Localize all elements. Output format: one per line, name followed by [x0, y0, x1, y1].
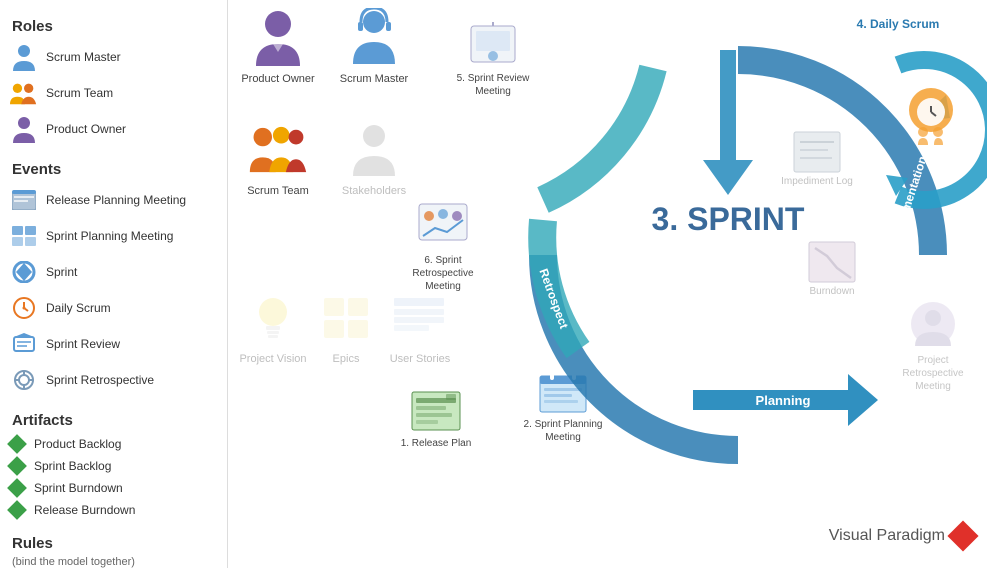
- stakeholders-figure: [344, 120, 404, 180]
- sprint-planning-icon: [10, 222, 38, 250]
- retro-meeting-figure: [415, 200, 471, 252]
- group-icon: [10, 79, 38, 107]
- sidebar: Roles Scrum Master Scrum Team: [0, 0, 228, 568]
- vp-logo-diamond-container: [949, 522, 977, 550]
- scrum-team-main-label: Scrum Team: [247, 184, 309, 198]
- diamond3-icon: [7, 478, 27, 498]
- product-owner-icon-item: Product Owner: [238, 8, 318, 86]
- events-title: Events: [0, 153, 227, 182]
- stakeholders-label: Stakeholders: [342, 184, 406, 198]
- scrum-team-label: Scrum Team: [46, 86, 113, 100]
- person-icon: [10, 43, 38, 71]
- product-owner-main-label: Product Owner: [241, 72, 314, 86]
- user-stories-label: User Stories: [390, 352, 451, 366]
- release-plan-item: 1. Release Plan: [398, 390, 474, 449]
- epics-label: Epics: [333, 352, 360, 366]
- top-roles-row: Product Owner Scrum Master: [238, 8, 414, 86]
- sidebar-item-scrum-team[interactable]: Scrum Team: [0, 75, 227, 111]
- scrum-team-figure: [248, 120, 308, 180]
- diamond-icon: [7, 434, 27, 454]
- vp-diamond-icon: [947, 520, 978, 551]
- main-content: Product Owner Scrum Master: [228, 0, 987, 568]
- release-planning-icon: [10, 186, 38, 214]
- user-stories-figure: [390, 288, 450, 348]
- retro-meeting-item: 6. Sprint Retrospective Meeting: [398, 200, 488, 293]
- mid-roles-row: Scrum Team Stakeholders: [238, 120, 414, 198]
- daily-scrum-label: Daily Scrum: [46, 301, 111, 315]
- release-plan-figure: [410, 390, 462, 436]
- product-owner-label: Product Owner: [46, 122, 126, 136]
- artifacts-title: Artifacts: [0, 404, 227, 433]
- sprint-review-label: Sprint Review: [46, 337, 120, 351]
- sprint-backlog-label: Sprint Backlog: [34, 459, 111, 473]
- sprint-burndown-label: Sprint Burndown: [34, 481, 123, 495]
- vp-logo: Visual Paradigm: [829, 522, 977, 550]
- sidebar-item-scrum-master[interactable]: Scrum Master: [0, 39, 227, 75]
- sidebar-item-release-planning[interactable]: Release Planning Meeting: [0, 182, 227, 218]
- roles-title: Roles: [0, 10, 227, 39]
- sidebar-item-sprint-burndown[interactable]: Sprint Burndown: [0, 477, 227, 499]
- project-vision-figure: [243, 288, 303, 348]
- scrum-master-icon-item: Scrum Master: [334, 8, 414, 86]
- svg-text:3. SPRINT: 3. SPRINT: [652, 201, 805, 237]
- sprint-review-icon: [10, 330, 38, 358]
- sidebar-item-sprint-review[interactable]: Sprint Review: [0, 326, 227, 362]
- scrum-master-label: Scrum Master: [46, 50, 121, 64]
- product-owner-figure: [248, 8, 308, 68]
- epics-item: Epics: [316, 288, 376, 366]
- sprint-label: Sprint: [46, 265, 77, 279]
- svg-text:Planning: Planning: [756, 393, 811, 408]
- sidebar-item-product-backlog[interactable]: Product Backlog: [0, 433, 227, 455]
- artifact-icons-row: Project Vision Epics: [238, 288, 456, 366]
- sidebar-item-sprint-planning[interactable]: Sprint Planning Meeting: [0, 218, 227, 254]
- product-backlog-label: Product Backlog: [34, 437, 121, 451]
- release-plan-label: 1. Release Plan: [401, 438, 472, 449]
- project-vision-item: Project Vision: [238, 288, 308, 366]
- sidebar-item-product-owner[interactable]: Product Owner: [0, 111, 227, 147]
- sprint-retro-label: Sprint Retrospective: [46, 373, 154, 387]
- stakeholders-icon-item: Stakeholders: [334, 120, 414, 198]
- rules-title: Rules: [0, 527, 227, 556]
- scrum-team-icon-item: Scrum Team: [238, 120, 318, 198]
- epics-figure: [316, 288, 376, 348]
- release-burndown-label: Release Burndown: [34, 503, 135, 517]
- retro-meeting-label: 6. Sprint Retrospective Meeting: [398, 254, 488, 293]
- sidebar-item-sprint-backlog[interactable]: Sprint Backlog: [0, 455, 227, 477]
- daily-scrum-icon: [10, 294, 38, 322]
- diamond2-icon: [7, 456, 27, 476]
- sprint-icon: [10, 258, 38, 286]
- user-stories-item: User Stories: [384, 288, 456, 366]
- scrum-master-figure: [344, 8, 404, 68]
- scrum-master-main-label: Scrum Master: [340, 72, 408, 86]
- sprint-retro-icon: [10, 366, 38, 394]
- sidebar-item-sprint[interactable]: Sprint: [0, 254, 227, 290]
- sidebar-item-daily-scrum[interactable]: Daily Scrum: [0, 290, 227, 326]
- svg-text:4. Daily Scrum: 4. Daily Scrum: [857, 17, 940, 31]
- vp-logo-text: Visual Paradigm: [829, 527, 945, 545]
- sidebar-item-release-burndown[interactable]: Release Burndown: [0, 499, 227, 521]
- sprint-planning-label: Sprint Planning Meeting: [46, 229, 173, 243]
- release-planning-label: Release Planning Meeting: [46, 193, 186, 207]
- project-vision-label: Project Vision: [239, 352, 306, 366]
- person2-icon: [10, 115, 38, 143]
- sidebar-item-sprint-retro[interactable]: Sprint Retrospective: [0, 362, 227, 398]
- diamond4-icon: [7, 500, 27, 520]
- sprint-diagram: 3. SPRINT Planning Review Retrospect Imp…: [478, 0, 987, 480]
- rules-subtitle: (bind the model together): [0, 556, 227, 568]
